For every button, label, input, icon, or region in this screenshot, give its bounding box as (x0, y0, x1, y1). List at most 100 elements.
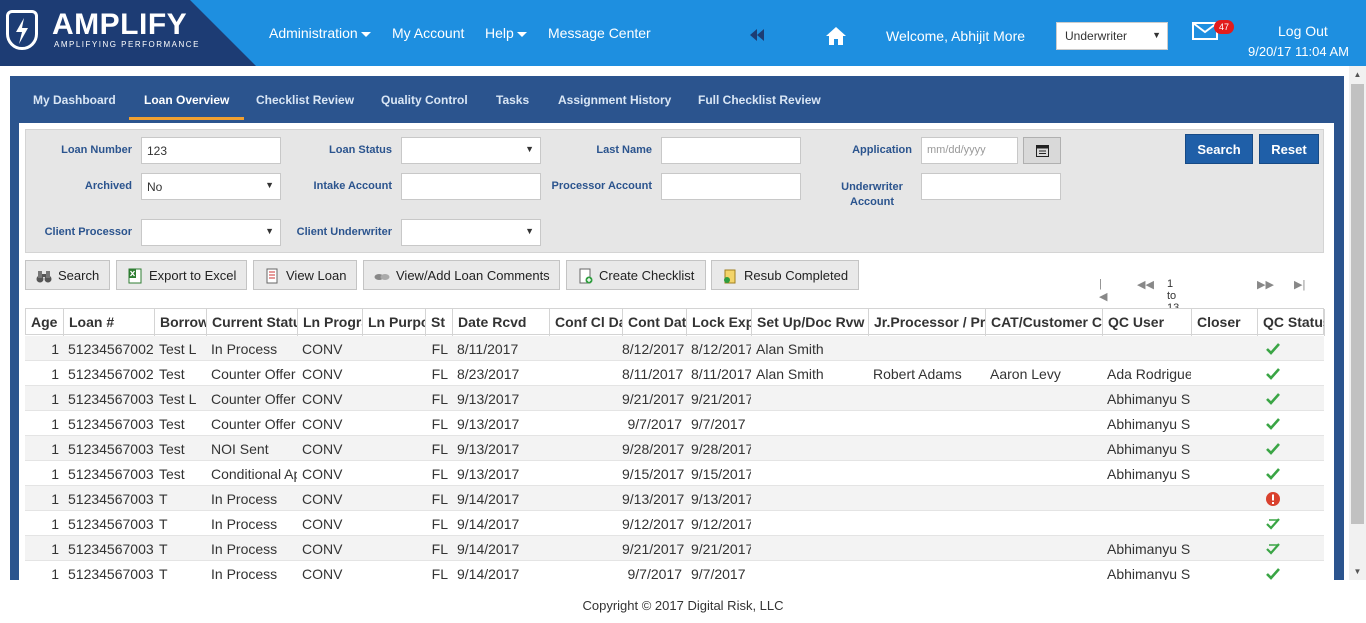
table-row[interactable]: 1 51234567002 Test Counter Offer CONV FL 8/23/… (25, 361, 1324, 386)
tab-full-checklist-review[interactable]: Full Checklist Review (698, 93, 821, 107)
table-row[interactable]: 1 51234567003 Test Counter Offer CONV FL 9/13/… (25, 411, 1324, 436)
scroll-down-icon[interactable]: ▼ (1349, 563, 1366, 580)
scroll-up-icon[interactable]: ▲ (1349, 66, 1366, 83)
column-header[interactable]: Jr.Processor / Processor (869, 309, 986, 336)
tab-tasks[interactable]: Tasks (496, 93, 529, 107)
loan-number-input[interactable]: 123 (141, 137, 281, 164)
calendar-button[interactable] (1023, 137, 1061, 164)
cell-conf (549, 561, 622, 580)
view-add-loan-comments-button[interactable]: View/Add Loan Comments (363, 260, 560, 290)
tab-checklist-review[interactable]: Checklist Review (256, 93, 354, 107)
cell-setup (751, 386, 868, 411)
cell-cat (985, 461, 1102, 486)
filter-panel: Loan Number 123 Loan Status ▼ Last Name … (25, 129, 1324, 253)
caret-down-icon (516, 31, 527, 37)
reset-button[interactable]: Reset (1259, 134, 1319, 164)
client-underwriter-select[interactable]: ▼ (401, 219, 541, 246)
column-header[interactable]: Age (26, 309, 64, 336)
cell-status: Conditional Approval (211, 466, 297, 482)
datetime-display: 9/20/17 11:04 AM (1248, 44, 1349, 59)
cell-qc: Abhimanyu S (1107, 566, 1191, 580)
search-button[interactable]: Search (1185, 134, 1253, 164)
first-page-icon[interactable]: |◀ (1099, 278, 1107, 303)
column-header[interactable]: Cont Date (623, 309, 687, 336)
tab-assignment-history[interactable]: Assignment History (558, 93, 671, 107)
column-header[interactable]: CAT/Customer Care (986, 309, 1103, 336)
table-row[interactable]: 1 51234567003 Test L Counter Offer CONV FL 9/1… (25, 386, 1324, 411)
check-icon (1266, 343, 1280, 355)
column-header[interactable]: Ln Purpose (363, 309, 426, 336)
role-select[interactable]: Underwriter ▼ (1056, 22, 1168, 50)
cell-setup: Alan Smith (756, 366, 824, 382)
application-date-input[interactable]: mm/dd/yyyy (921, 137, 1018, 164)
column-header[interactable]: Lock Exp (687, 309, 752, 336)
tab-my-dashboard[interactable]: My Dashboard (33, 93, 116, 107)
underwriter-account-input[interactable] (921, 173, 1061, 200)
cell-closer (1191, 361, 1257, 386)
resub-completed-button[interactable]: Resub Completed (711, 260, 859, 290)
nav-my-account[interactable]: My Account (392, 25, 464, 41)
table-row[interactable]: 1 51234567002 Test L In Process CONV FL 8/11/2… (25, 336, 1324, 361)
column-header[interactable]: St (426, 309, 453, 336)
loan-status-select[interactable]: ▼ (401, 137, 541, 164)
view-loan-button[interactable]: View Loan (253, 260, 357, 290)
cell-age: 1 (51, 466, 59, 482)
table-row[interactable]: 1 51234567003 T In Process CONV FL 9/14/2017 9/… (25, 536, 1324, 561)
intake-account-input[interactable] (401, 173, 541, 200)
cell-loan: 51234567002 (68, 341, 154, 357)
processor-account-input[interactable] (661, 173, 801, 200)
column-header[interactable]: QC User (1103, 309, 1192, 336)
scroll-thumb[interactable] (1351, 84, 1364, 524)
excel-icon (128, 268, 142, 284)
toolbar-search-button[interactable]: Search (25, 260, 110, 290)
cell-loan: 51234567003 (68, 491, 154, 507)
column-header[interactable]: Current Status (207, 309, 298, 336)
cell-loan: 51234567003 (68, 566, 154, 580)
cell-loan: 51234567003 (68, 541, 154, 557)
column-header[interactable]: QC Status (1258, 309, 1325, 336)
tab-loan-overview[interactable]: Loan Overview (129, 93, 245, 120)
logo[interactable]: AMPLIFY AMPLIFYING PERFORMANCE (0, 0, 256, 66)
cell-loan: 51234567002 (68, 366, 154, 382)
export-to-excel-button[interactable]: Export to Excel (116, 260, 247, 290)
cell-program: CONV (302, 341, 343, 357)
home-icon[interactable] (826, 27, 846, 45)
last-name-input[interactable] (661, 137, 801, 164)
cell-st: FL (431, 366, 448, 382)
table-row[interactable]: 1 51234567003 T In Process CONV FL 9/14/2017 9/… (25, 561, 1324, 580)
table-row[interactable]: 1 51234567003 T In Process CONV FL 9/14/2017 9/… (25, 511, 1324, 536)
tab-quality-control[interactable]: Quality Control (381, 93, 468, 107)
column-header[interactable]: Borrower (155, 309, 207, 336)
table-row[interactable]: 1 51234567003 T In Process CONV FL 9/14/2017 9/… (25, 486, 1324, 511)
button-label: Export to Excel (149, 268, 237, 283)
column-header[interactable]: Set Up/Doc Rvw (752, 309, 869, 336)
cell-program: CONV (302, 366, 343, 382)
column-header[interactable]: Closer (1192, 309, 1258, 336)
cell-program: CONV (302, 441, 343, 457)
cell-age: 1 (51, 391, 59, 407)
column-header[interactable]: Ln Program (298, 309, 363, 336)
archived-select[interactable]: No ▼ (141, 173, 281, 200)
nav-administration[interactable]: Administration (269, 25, 371, 41)
column-header[interactable]: Date Rcvd (453, 309, 550, 336)
table-row[interactable]: 1 51234567003 Test NOI Sent CONV FL 9/13/2017 9… (25, 436, 1324, 461)
nav-help[interactable]: Help (485, 25, 527, 41)
nav-message-center[interactable]: Message Center (548, 25, 651, 41)
column-header[interactable]: Loan # (64, 309, 155, 336)
cell-conf (549, 386, 622, 411)
prev-page-icon[interactable]: ◀◀ (1137, 278, 1154, 291)
table-row[interactable]: 1 51234567003 Test Conditional Approval CONV… (25, 461, 1324, 486)
create-checklist-button[interactable]: Create Checklist (566, 260, 706, 290)
logout-link[interactable]: Log Out (1278, 23, 1328, 39)
last-page-icon[interactable]: ▶| (1294, 278, 1305, 291)
next-page-icon[interactable]: ▶▶ (1257, 278, 1274, 291)
client-processor-select[interactable]: ▼ (141, 219, 281, 246)
page-scrollbar[interactable]: ▲ ▼ (1349, 66, 1366, 580)
cell-closer (1191, 436, 1257, 461)
column-header[interactable]: Conf Cl Date (550, 309, 623, 336)
double-left-arrow-icon[interactable] (750, 29, 764, 41)
cell-program: CONV (302, 416, 343, 432)
cell-purpose (362, 461, 425, 486)
cell-status: Counter Offer (211, 391, 296, 407)
cell-closer (1191, 486, 1257, 511)
